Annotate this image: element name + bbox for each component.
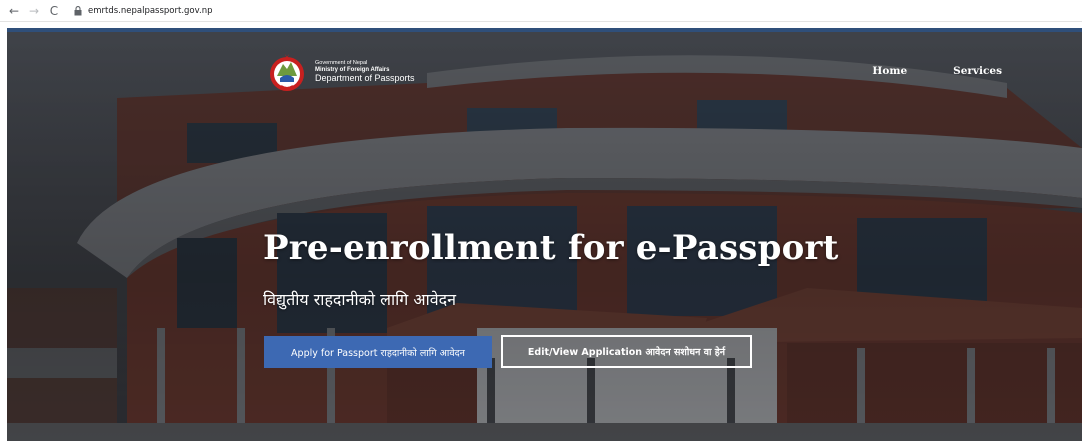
browser-address-bar: ← → C emrtds.nepalpassport.gov.np bbox=[0, 0, 1082, 22]
hero-section: Government of Nepal Ministry of Foreign … bbox=[7, 28, 1082, 441]
page-title: Pre-enrollment for e-Passport bbox=[263, 228, 839, 268]
org-line-ministry: Ministry of Foreign Affairs bbox=[315, 66, 390, 73]
main-nav: Home Services bbox=[872, 65, 1002, 77]
apply-for-passport-button[interactable]: Apply for Passport राहदानीको लागि आवेदन bbox=[264, 336, 492, 368]
reload-icon[interactable]: C bbox=[46, 3, 62, 19]
edit-view-application-button[interactable]: Edit/View Application आवेदन सशोधन वा हेर… bbox=[501, 335, 752, 368]
forward-icon[interactable]: → bbox=[26, 3, 42, 19]
back-icon[interactable]: ← bbox=[6, 3, 22, 19]
nav-home-link[interactable]: Home bbox=[872, 65, 907, 77]
nepal-emblem-icon bbox=[270, 54, 304, 91]
top-accent-band bbox=[7, 28, 1082, 32]
nav-services-link[interactable]: Services bbox=[953, 65, 1002, 77]
org-line-department: Department of Passports bbox=[315, 73, 415, 84]
url-field[interactable]: emrtds.nepalpassport.gov.np bbox=[88, 6, 212, 16]
brand-logo[interactable]: Government of Nepal Ministry of Foreign … bbox=[265, 50, 415, 94]
lock-icon[interactable] bbox=[72, 5, 84, 17]
page-subtitle: विद्युतीय राहदानीको लागि आवेदन bbox=[263, 290, 456, 309]
